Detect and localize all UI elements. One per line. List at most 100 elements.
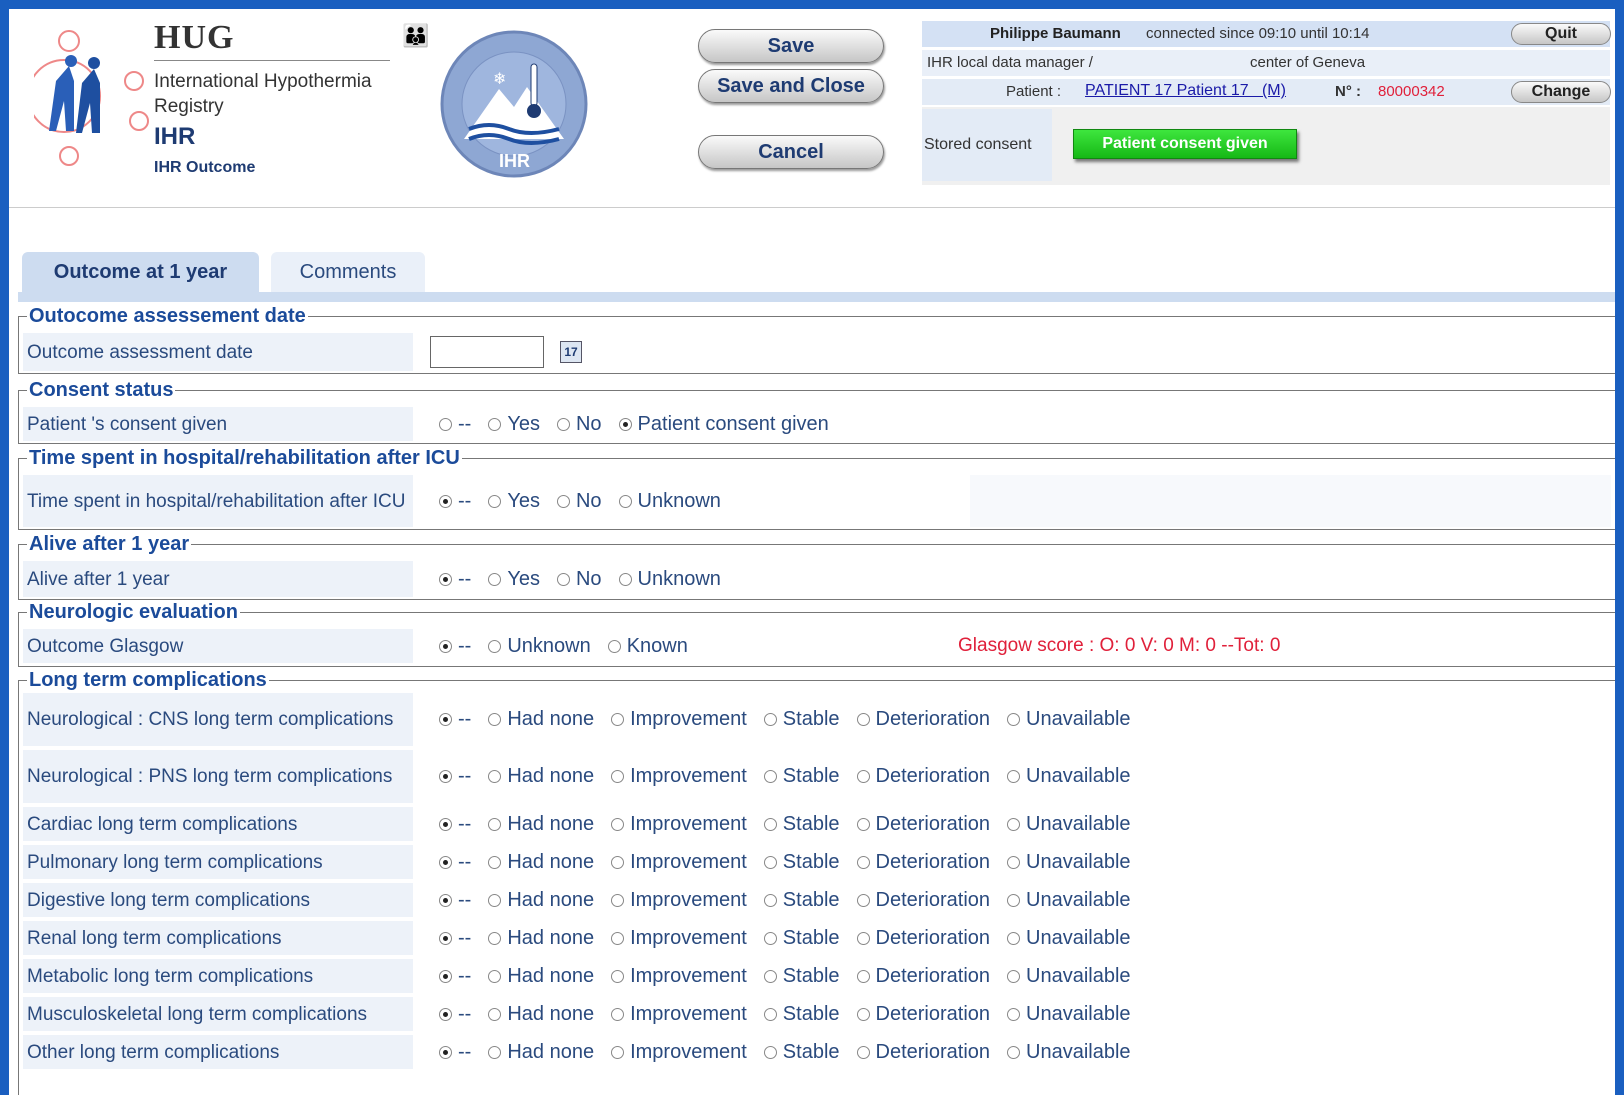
radio-button[interactable]	[488, 639, 502, 653]
radio-button[interactable]	[611, 770, 625, 783]
radio-button-selected[interactable]	[618, 417, 632, 431]
radio-button[interactable]	[488, 494, 502, 508]
radio-button-selected[interactable]	[439, 572, 452, 586]
radio-option[interactable]: Unknown	[618, 568, 721, 591]
radio-option[interactable]: Unavailable	[1007, 965, 1131, 988]
tab-comments[interactable]: Comments	[271, 252, 425, 292]
radio-option[interactable]: Deterioration	[856, 851, 990, 874]
radio-button[interactable]	[618, 572, 632, 586]
radio-button-selected[interactable]	[439, 494, 452, 508]
radio-button-selected[interactable]	[439, 1007, 452, 1021]
radio-option[interactable]: Patient consent given	[618, 413, 829, 436]
radio-button[interactable]	[611, 893, 625, 907]
radio-option[interactable]: Unknown	[488, 635, 591, 658]
radio-option[interactable]: Stable	[763, 708, 840, 731]
patient-consent-status-button[interactable]: Patient consent given	[1073, 129, 1297, 159]
radio-option[interactable]: Stable	[763, 927, 840, 950]
radio-option[interactable]: Improvement	[611, 765, 747, 788]
patient-link[interactable]: PATIENT 17 Patient 17 (M)	[1085, 82, 1286, 100]
radio-option[interactable]: --	[439, 1003, 471, 1026]
radio-button[interactable]	[556, 572, 570, 586]
radio-button-selected[interactable]	[439, 713, 452, 726]
radio-option[interactable]: Had none	[488, 965, 594, 988]
radio-option[interactable]: Had none	[488, 927, 594, 950]
radio-option[interactable]: Had none	[488, 765, 594, 788]
radio-button[interactable]	[856, 817, 870, 831]
radio-option[interactable]: --	[439, 568, 471, 591]
radio-option[interactable]: Improvement	[611, 851, 747, 874]
radio-button[interactable]	[856, 770, 870, 783]
radio-option[interactable]: Stable	[763, 965, 840, 988]
radio-button[interactable]	[1007, 817, 1021, 831]
radio-option[interactable]: Unavailable	[1007, 765, 1131, 788]
radio-button[interactable]	[488, 713, 502, 726]
radio-button-selected[interactable]	[439, 639, 452, 653]
tab-outcome-at-1-year[interactable]: Outcome at 1 year	[22, 252, 259, 292]
radio-button[interactable]	[488, 969, 502, 983]
radio-button[interactable]	[856, 893, 870, 907]
radio-option[interactable]: Stable	[763, 889, 840, 912]
radio-button[interactable]	[488, 893, 502, 907]
radio-option[interactable]: --	[439, 635, 471, 658]
radio-button[interactable]	[1007, 713, 1021, 726]
radio-button[interactable]	[763, 969, 777, 983]
radio-button[interactable]	[611, 713, 625, 726]
radio-option[interactable]: Unavailable	[1007, 708, 1131, 731]
radio-button[interactable]	[439, 417, 452, 431]
calendar-icon[interactable]: 17	[560, 341, 582, 363]
radio-button[interactable]	[488, 1045, 502, 1059]
radio-button[interactable]	[1007, 770, 1021, 783]
radio-button[interactable]	[763, 1045, 777, 1059]
radio-button-selected[interactable]	[439, 1045, 452, 1059]
radio-option[interactable]: Unavailable	[1007, 889, 1131, 912]
radio-option[interactable]: Deterioration	[856, 813, 990, 836]
radio-option[interactable]: Had none	[488, 708, 594, 731]
radio-button[interactable]	[763, 893, 777, 907]
radio-option[interactable]: Yes	[488, 413, 540, 436]
radio-option[interactable]: Deterioration	[856, 927, 990, 950]
radio-option[interactable]: Stable	[763, 1041, 840, 1064]
radio-option[interactable]: Improvement	[611, 708, 747, 731]
radio-option[interactable]: Improvement	[611, 927, 747, 950]
radio-button[interactable]	[1007, 855, 1021, 869]
radio-option[interactable]: --	[439, 413, 471, 436]
radio-button[interactable]	[488, 770, 502, 783]
radio-option[interactable]: --	[439, 708, 471, 731]
radio-button[interactable]	[1007, 1007, 1021, 1021]
radio-button-selected[interactable]	[439, 931, 452, 945]
radio-option[interactable]: Stable	[763, 1003, 840, 1026]
radio-option[interactable]: Improvement	[611, 1003, 747, 1026]
radio-button[interactable]	[556, 494, 570, 508]
radio-option[interactable]: Unavailable	[1007, 1041, 1131, 1064]
save-button[interactable]: Save	[698, 29, 884, 63]
radio-option[interactable]: Stable	[763, 765, 840, 788]
radio-button[interactable]	[611, 817, 625, 831]
radio-option[interactable]: Deterioration	[856, 1041, 990, 1064]
radio-option[interactable]: --	[439, 927, 471, 950]
radio-button[interactable]	[856, 1045, 870, 1059]
radio-option[interactable]: --	[439, 889, 471, 912]
radio-button[interactable]	[611, 931, 625, 945]
radio-button[interactable]	[763, 1007, 777, 1021]
radio-button[interactable]	[488, 855, 502, 869]
radio-button-selected[interactable]	[439, 817, 452, 831]
radio-option[interactable]: Deterioration	[856, 765, 990, 788]
radio-button[interactable]	[856, 855, 870, 869]
radio-option[interactable]: Improvement	[611, 1041, 747, 1064]
radio-option[interactable]: No	[556, 568, 602, 591]
radio-option[interactable]: Stable	[763, 851, 840, 874]
radio-button-selected[interactable]	[439, 893, 452, 907]
radio-button[interactable]	[611, 1045, 625, 1059]
radio-button[interactable]	[488, 817, 502, 831]
change-patient-button[interactable]: Change	[1511, 81, 1611, 103]
radio-option[interactable]: --	[439, 1041, 471, 1064]
radio-option[interactable]: Deterioration	[856, 708, 990, 731]
radio-option[interactable]: Stable	[763, 813, 840, 836]
radio-option[interactable]: Known	[607, 635, 688, 658]
radio-button-selected[interactable]	[439, 969, 452, 983]
radio-button[interactable]	[1007, 893, 1021, 907]
radio-option[interactable]: Unknown	[618, 490, 721, 513]
radio-option[interactable]: Unavailable	[1007, 927, 1131, 950]
radio-button[interactable]	[611, 1007, 625, 1021]
radio-option[interactable]: --	[439, 851, 471, 874]
